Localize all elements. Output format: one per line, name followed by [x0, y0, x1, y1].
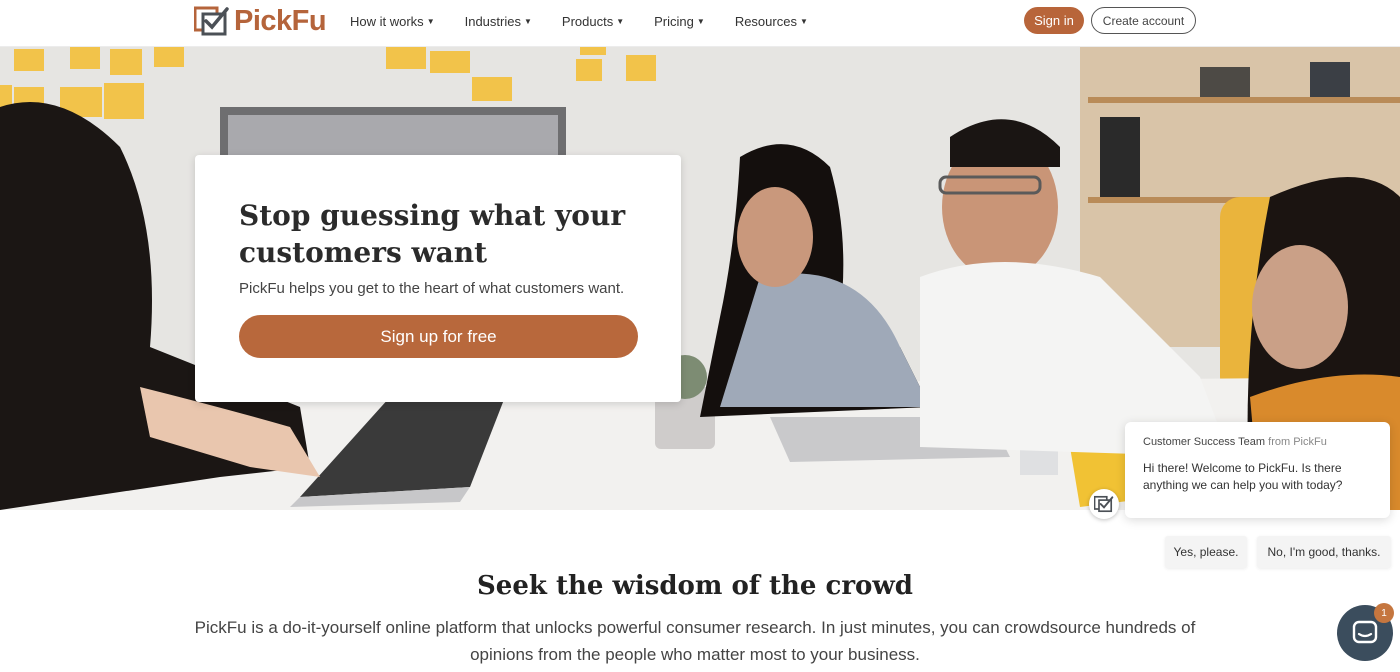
pickfu-logo[interactable]: PickFu	[194, 4, 327, 38]
nav-pricing[interactable]: Pricing ▼	[654, 14, 705, 29]
site-header: PickFu How it works ▼ Industries ▼ Product…	[0, 0, 1400, 47]
nav-resources[interactable]: Resources ▼	[735, 14, 808, 29]
nav-label: Resources	[734, 13, 797, 29]
main-nav: How it works ▼ Industries ▼ Products ▼ Pric…	[350, 0, 808, 42]
chat-team-name: Customer Success Team	[1143, 436, 1266, 448]
chat-icon	[1352, 620, 1378, 644]
nav-label: Products	[561, 13, 614, 29]
caret-down-icon: ▼	[696, 16, 705, 26]
nav-label: How it works	[350, 13, 424, 29]
section-body: PickFu is a do-it-yourself online platfo…	[194, 618, 1196, 664]
create-account-button[interactable]: Create account	[1091, 7, 1196, 34]
nav-products[interactable]: Products ▼	[562, 14, 624, 29]
unread-count-badge: 1	[1374, 603, 1394, 623]
nav-label: Pricing	[654, 13, 694, 29]
caret-down-icon: ▼	[799, 16, 808, 26]
nav-label: Industries	[464, 13, 521, 29]
chat-sender: Customer Success Team from PickFu	[1143, 436, 1372, 448]
chat-from-org: from PickFu	[1268, 436, 1327, 448]
hero-subtitle: PickFu helps you get to the heart of wha…	[239, 280, 625, 297]
section-title: Seek the wisdom of the crowd	[477, 571, 913, 601]
logo-text: PickFu	[234, 4, 327, 37]
hero-card: Stop guessing what your customers want P…	[195, 155, 681, 402]
chat-message-card[interactable]: Customer Success Team from PickFu Hi the…	[1125, 422, 1390, 518]
chat-reply-yes-button[interactable]: Yes, please.	[1165, 536, 1247, 568]
nav-how-it-works[interactable]: How it works ▼	[350, 14, 435, 29]
nav-industries[interactable]: Industries ▼	[465, 14, 532, 29]
caret-down-icon: ▼	[616, 16, 625, 26]
sign-in-button[interactable]: Sign in	[1024, 7, 1084, 34]
caret-down-icon: ▼	[426, 16, 435, 26]
chat-message-text: Hi there! Welcome to PickFu. Is there an…	[1143, 461, 1343, 492]
hero-title: Stop guessing what your customers want	[239, 199, 626, 269]
logo-check-icon	[194, 6, 229, 36]
sign-up-free-button[interactable]: Sign up for free	[239, 315, 638, 358]
chat-agent-avatar	[1089, 489, 1119, 519]
chat-reply-no-button[interactable]: No, I'm good, thanks.	[1257, 536, 1391, 568]
logo-check-icon	[1094, 495, 1114, 513]
caret-down-icon: ▼	[523, 16, 532, 26]
